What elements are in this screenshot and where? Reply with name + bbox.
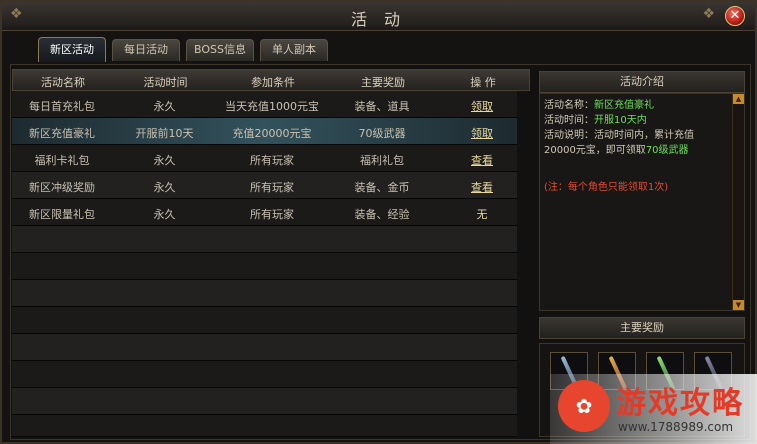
row-reward: 装备、金币	[354, 181, 410, 194]
intro-text-box: 活动名称：新区充值豪礼 活动时间：开服10天内 活动说明：活动时间内，累计充值 …	[539, 93, 745, 311]
row-time: 开服前10天	[135, 127, 194, 140]
header-action: 操 作	[470, 76, 496, 89]
title-bar: ❖ 活 动 ❖ ✕	[2, 2, 755, 31]
intro-name-line: 活动名称：新区充值豪礼	[544, 98, 654, 113]
window-title: 活 动	[350, 10, 407, 29]
intro-note: (注：每个角色只能领取1次)	[544, 182, 669, 193]
intro-desc-text: 20000元宝，即可领取	[544, 145, 646, 156]
row-time: 永久	[153, 100, 176, 113]
empty-row	[12, 361, 517, 388]
table-row[interactable]: 新区限量礼包 永久 所有玩家 装备、经验 无	[12, 199, 517, 226]
tab-boss-info[interactable]: BOSS信息	[186, 39, 254, 61]
tab-daily-activity[interactable]: 每日活动	[112, 39, 180, 61]
row-reward: 装备、经验	[354, 208, 410, 221]
empty-row	[12, 388, 517, 415]
table-row[interactable]: 每日首充礼包 永久 当天充值1000元宝 装备、道具 领取	[12, 91, 517, 118]
row-time: 永久	[153, 208, 176, 221]
view-link[interactable]: 查看	[437, 152, 527, 168]
row-reward: 装备、道具	[354, 100, 410, 113]
row-time: 永久	[153, 181, 176, 194]
empty-row	[12, 415, 517, 437]
tab-solo-dungeon[interactable]: 单人副本	[260, 39, 328, 61]
close-button[interactable]: ✕	[725, 6, 745, 26]
table-row[interactable]: 新区冲级奖励 永久 所有玩家 装备、金币 查看	[12, 172, 517, 199]
claim-link[interactable]: 领取	[437, 98, 527, 114]
empty-row	[12, 334, 517, 361]
row-name: 新区充值豪礼	[29, 127, 95, 140]
empty-row	[12, 280, 517, 307]
watermark-url: www.1788989.com	[618, 420, 734, 434]
intro-header: 活动介绍	[539, 71, 745, 93]
empty-row	[12, 253, 517, 280]
site-watermark: ✿ 游戏攻略 www.1788989.com	[550, 374, 757, 444]
row-name: 新区限量礼包	[29, 208, 95, 221]
row-reward: 70级武器	[358, 127, 406, 140]
table-header: 活动名称 活动时间 参加条件 主要奖励 操 作	[12, 69, 530, 91]
header-rewards: 主要奖励	[361, 76, 405, 89]
header-activity-time: 活动时间	[143, 76, 188, 89]
row-condition: 所有玩家	[250, 181, 294, 194]
table-row-selected[interactable]: 新区充值豪礼 开服前10天 充值20000元宝 70级武器 领取	[12, 118, 517, 145]
row-time: 永久	[153, 154, 176, 167]
watermark-logo-icon: ✿	[558, 380, 610, 432]
scroll-up-icon[interactable]: ▲	[733, 94, 744, 104]
title-ornament-right: ❖	[702, 6, 715, 22]
intro-scrollbar[interactable]: ▲ ▼	[732, 94, 744, 310]
empty-row	[12, 307, 517, 334]
header-conditions: 参加条件	[251, 76, 295, 89]
row-name: 新区冲级奖励	[29, 181, 95, 194]
row-name: 每日首充礼包	[29, 100, 95, 113]
row-reward: 福利礼包	[360, 154, 404, 167]
row-name: 福利卡礼包	[34, 154, 90, 167]
header-activity-name: 活动名称	[41, 76, 85, 89]
intro-desc-line: 活动说明：活动时间内，累计充值	[544, 130, 694, 141]
view-link[interactable]: 查看	[437, 179, 527, 195]
intro-desc-line2: 20000元宝，即可领取70级武器	[544, 143, 689, 158]
tab-new-server-activity[interactable]: 新区活动	[38, 37, 106, 62]
intro-name-label: 活动名称：	[544, 100, 594, 111]
scroll-down-icon[interactable]: ▼	[733, 300, 744, 310]
rewards-header: 主要奖励	[539, 317, 745, 339]
row-condition: 充值20000元宝	[232, 127, 312, 140]
activity-table: 活动名称 活动时间 参加条件 主要奖励 操 作 每日首充礼包 永久 当天充值10…	[12, 69, 530, 437]
row-condition: 当天充值1000元宝	[225, 100, 319, 113]
intro-desc-value: 70级武器	[645, 145, 689, 156]
intro-time-label: 活动时间：	[544, 115, 594, 126]
intro-time-line: 活动时间：开服10天内	[544, 113, 647, 128]
watermark-text: 游戏攻略	[616, 386, 744, 421]
action-none: 无	[476, 208, 488, 221]
empty-row	[12, 226, 517, 253]
intro-time-value: 开服10天内	[594, 115, 647, 126]
claim-link[interactable]: 领取	[437, 125, 527, 141]
close-icon: ✕	[729, 8, 741, 23]
table-row[interactable]: 福利卡礼包 永久 所有玩家 福利礼包 查看	[12, 145, 517, 172]
intro-name-value: 新区充值豪礼	[594, 100, 654, 111]
row-condition: 所有玩家	[250, 154, 294, 167]
row-condition: 所有玩家	[250, 208, 294, 221]
